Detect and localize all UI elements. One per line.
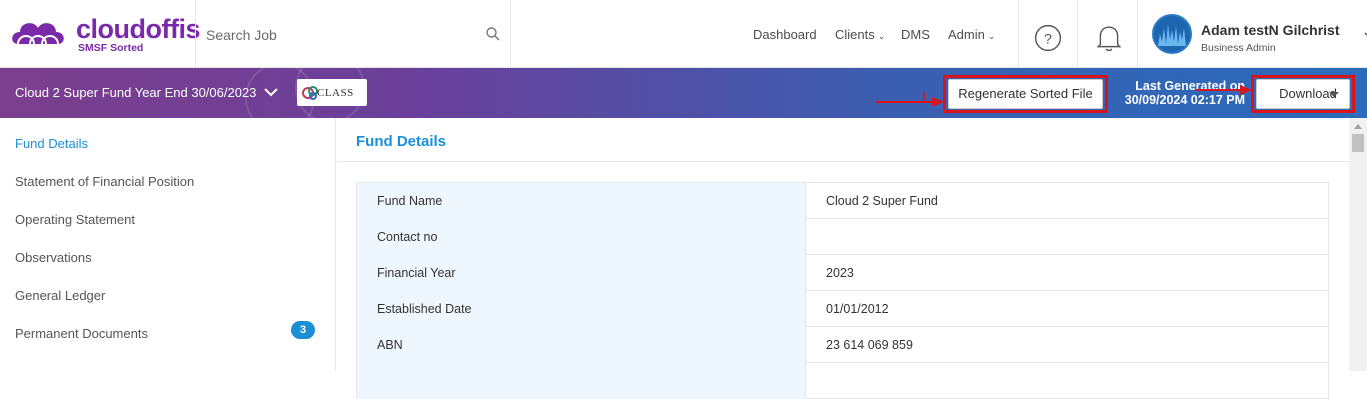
svg-text:?: ? <box>1044 30 1052 46</box>
user-role: Business Admin <box>1201 42 1276 54</box>
nav-dashboard[interactable]: Dashboard <box>753 27 817 42</box>
user-name: Adam testN Gilchrist <box>1201 22 1340 38</box>
job-banner: Cloud 2 Super Fund Year End 30/06/2023 C… <box>0 68 1367 118</box>
field-value: Cloud 2 Super Fund <box>806 183 1329 219</box>
caret-down-icon <box>1329 92 1339 97</box>
divider <box>337 161 1349 162</box>
sidebar: Fund Details Statement of Financial Posi… <box>0 118 336 371</box>
help-icon[interactable]: ? <box>1034 24 1062 52</box>
logo-rings-icon <box>12 23 64 53</box>
main-content: Fund Details Fund Name Cloud 2 Super Fun… <box>337 118 1349 399</box>
sidebar-item-fund-details[interactable]: Fund Details <box>15 136 88 151</box>
class-logo-text: CLASS <box>317 87 354 99</box>
section-title: Fund Details <box>356 133 447 150</box>
search-box <box>196 0 510 68</box>
avatar <box>1152 14 1192 54</box>
field-value: 23 614 069 859 <box>806 327 1329 363</box>
class-logo: CLASS <box>297 79 367 106</box>
sidebar-item-observations[interactable]: Observations <box>15 250 92 265</box>
nav-clients-label: Clients <box>835 27 875 42</box>
chevron-down-icon: ⌄ <box>987 31 996 41</box>
field-label: Financial Year <box>356 255 806 291</box>
chevron-down-icon: ⌄ <box>877 31 886 41</box>
sidebar-item-permanent-documents[interactable]: Permanent Documents <box>15 326 148 341</box>
search-input[interactable] <box>206 22 476 48</box>
scroll-up-icon[interactable] <box>1354 124 1362 129</box>
annotation-arrow <box>1196 85 1252 95</box>
logo-subtext: SMSF Sorted <box>78 42 144 54</box>
table-row: ABN 23 614 069 859 <box>356 327 1329 363</box>
field-value: 01/01/2012 <box>806 291 1329 327</box>
table-row <box>356 363 1329 399</box>
annotation-arrow <box>876 92 944 106</box>
table-row: Fund Name Cloud 2 Super Fund <box>356 183 1329 219</box>
count-badge: 3 <box>291 321 315 339</box>
scroll-thumb[interactable] <box>1352 134 1364 152</box>
job-title[interactable]: Cloud 2 Super Fund Year End 30/06/2023 <box>15 85 256 100</box>
nav-clients[interactable]: Clients ⌄ <box>835 27 885 42</box>
fund-details-table: Fund Name Cloud 2 Super Fund Contact no … <box>356 182 1329 399</box>
table-row: Established Date 01/01/2012 <box>356 291 1329 327</box>
field-label <box>356 363 806 399</box>
search-icon[interactable] <box>486 27 500 41</box>
nav-dms[interactable]: DMS <box>901 27 930 42</box>
table-row: Contact no <box>356 219 1329 255</box>
sidebar-item-statement-of-financial-position[interactable]: Statement of Financial Position <box>15 174 194 189</box>
field-value: 2023 <box>806 255 1329 291</box>
field-value <box>806 363 1329 399</box>
divider <box>1077 0 1078 68</box>
sidebar-item-general-ledger[interactable]: General Ledger <box>15 288 105 303</box>
cloudoffis-logo[interactable]: cloudoffis SMSF Sorted <box>8 14 201 56</box>
field-label: ABN <box>356 327 806 363</box>
bell-icon[interactable] <box>1095 24 1123 52</box>
field-value <box>806 219 1329 255</box>
scrollbar[interactable] <box>1349 118 1367 371</box>
regenerate-sorted-file-button[interactable]: Regenerate Sorted File <box>948 79 1103 109</box>
divider <box>1018 0 1019 68</box>
nav-admin-label: Admin <box>948 27 985 42</box>
field-label: Contact no <box>356 219 806 255</box>
field-label: Fund Name <box>356 183 806 219</box>
field-label: Established Date <box>356 291 806 327</box>
table-row: Financial Year 2023 <box>356 255 1329 291</box>
chevron-down-icon[interactable] <box>264 87 278 97</box>
top-navbar: cloudoffis SMSF Sorted Dashboard Clients… <box>0 0 1367 68</box>
divider <box>1137 0 1138 68</box>
divider <box>510 0 511 68</box>
nav-admin[interactable]: Admin ⌄ <box>948 27 995 42</box>
sidebar-item-operating-statement[interactable]: Operating Statement <box>15 212 135 227</box>
download-button[interactable]: Download <box>1256 79 1350 109</box>
logo-text: cloudoffis <box>76 14 201 44</box>
